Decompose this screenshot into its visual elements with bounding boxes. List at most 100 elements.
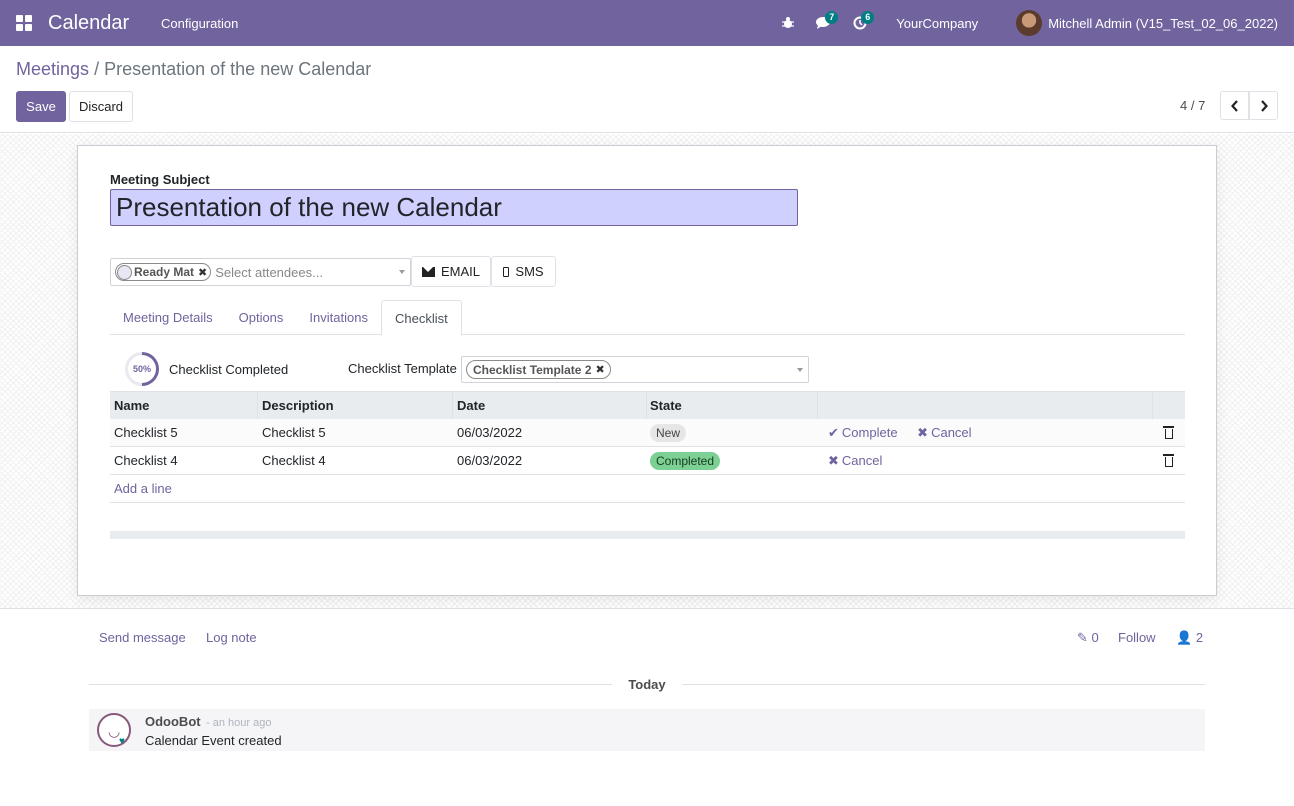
cell-name[interactable]: Checklist 4 <box>110 453 258 468</box>
sms-button[interactable]: SMS <box>491 256 556 287</box>
paperclip-icon: ✎ <box>1077 630 1088 645</box>
column-header-date[interactable]: Date <box>453 392 647 419</box>
dropdown-caret-icon[interactable] <box>399 270 405 274</box>
cell-name[interactable]: Checklist 5 <box>110 425 258 440</box>
attendee-tag[interactable]: Ready Mat ✖ <box>115 263 212 281</box>
cell-date[interactable]: 06/03/2022 <box>453 425 647 440</box>
activities-clock-icon[interactable]: 6 <box>842 0 878 46</box>
state-badge: Completed <box>650 452 721 470</box>
close-icon: ✖ <box>917 424 929 440</box>
attachments-count: 0 <box>1091 630 1099 645</box>
complete-label: Complete <box>841 424 898 440</box>
complete-button[interactable]: ✔ Complete <box>828 425 898 440</box>
table-row[interactable]: Checklist 5 Checklist 5 06/03/2022 New ✔… <box>110 419 1185 447</box>
activities-count-badge: 6 <box>861 11 875 24</box>
trash-icon <box>1163 454 1174 467</box>
message-author[interactable]: OdooBot <box>145 714 201 729</box>
template-tag[interactable]: Checklist Template 2 ✖ <box>466 360 611 379</box>
table-row[interactable]: Checklist 4 Checklist 4 06/03/2022 Compl… <box>110 447 1185 475</box>
notebook-tabs: Meeting Details Options Invitations Chec… <box>110 300 1185 336</box>
chatter-message: ♥ OdooBot - an hour ago Calendar Event c… <box>89 709 1205 751</box>
attachments-button[interactable]: ✎ 0 <box>1077 630 1099 646</box>
messages-count-badge: 7 <box>825 11 839 24</box>
tab-checklist[interactable]: Checklist <box>380 300 462 336</box>
form-view: Meeting Subject Presentation of the new … <box>0 134 1294 609</box>
chevron-right-icon <box>1260 99 1268 112</box>
mobile-phone-icon <box>503 266 510 277</box>
column-header-description[interactable]: Description <box>258 392 453 419</box>
delete-row-button[interactable] <box>1153 454 1185 467</box>
table-footer <box>110 531 1185 539</box>
chevron-left-icon <box>1230 99 1238 112</box>
top-navbar: Calendar Configuration 7 6 YourCompany M… <box>0 0 1294 46</box>
message-timestamp: - an hour ago <box>206 717 272 729</box>
delete-row-button[interactable] <box>1153 426 1185 439</box>
column-header-state[interactable]: State <box>647 392 818 419</box>
menu-configuration[interactable]: Configuration <box>161 16 238 31</box>
breadcrumb-separator: / <box>94 59 100 79</box>
odoobot-avatar <box>97 713 131 747</box>
discard-button[interactable]: Discard <box>69 91 133 122</box>
pager-next-button[interactable] <box>1249 91 1278 120</box>
breadcrumb-meetings[interactable]: Meetings <box>16 59 89 79</box>
follow-button[interactable]: Follow <box>1118 630 1156 645</box>
sms-button-label: SMS <box>515 264 544 279</box>
tab-invitations[interactable]: Invitations <box>296 300 381 335</box>
column-header-name[interactable]: Name <box>110 392 258 419</box>
state-badge: New <box>650 424 687 442</box>
checklist-template-field[interactable]: Checklist Template 2 ✖ <box>461 356 809 383</box>
attendees-field[interactable]: Ready Mat ✖ Select attendees... <box>110 258 411 286</box>
followers-button[interactable]: 👤 2 <box>1176 630 1203 646</box>
tab-options[interactable]: Options <box>226 300 297 335</box>
app-menu-icon[interactable] <box>0 0 48 46</box>
breadcrumb-current: Presentation of the new Calendar <box>104 59 372 79</box>
envelope-icon <box>421 266 435 277</box>
date-separator-today: Today <box>612 677 682 692</box>
user-icon: 👤 <box>1176 630 1193 645</box>
company-switcher[interactable]: YourCompany <box>896 16 978 31</box>
messages-icon[interactable]: 7 <box>806 0 842 46</box>
checklist-table: Name Description Date State Checklist 5 … <box>110 391 1185 539</box>
cell-description[interactable]: Checklist 4 <box>258 453 453 468</box>
attendee-tag-label: Ready Mat <box>134 265 195 279</box>
table-header: Name Description Date State <box>110 391 1185 419</box>
heart-icon: ♥ <box>119 736 125 747</box>
column-header-actions <box>818 392 1153 419</box>
cell-description[interactable]: Checklist 5 <box>258 425 453 440</box>
remove-tag-icon[interactable]: ✖ <box>198 266 207 279</box>
breadcrumb: Meetings / Presentation of the new Calen… <box>16 59 371 80</box>
check-icon: ✔ <box>828 424 839 440</box>
column-header-delete <box>1153 392 1185 419</box>
save-button[interactable]: Save <box>16 91 66 122</box>
form-sheet: Meeting Subject Presentation of the new … <box>77 145 1217 596</box>
cancel-button[interactable]: ✖ Cancel <box>828 453 882 468</box>
attendee-avatar <box>117 264 132 280</box>
cell-date[interactable]: 06/03/2022 <box>453 453 647 468</box>
cancel-button[interactable]: ✖ Cancel <box>917 425 971 440</box>
debug-bug-icon[interactable] <box>770 0 806 46</box>
remove-tag-icon[interactable]: ✖ <box>596 363 605 376</box>
followers-count: 2 <box>1195 630 1204 645</box>
add-line-link[interactable]: Add a line <box>114 481 172 496</box>
meeting-subject-input[interactable]: Presentation of the new Calendar <box>110 189 798 226</box>
log-note-button[interactable]: Log note <box>206 630 257 645</box>
trash-icon <box>1163 426 1174 439</box>
message-body: Calendar Event created <box>145 733 282 748</box>
email-button-label: EMAIL <box>440 264 480 279</box>
cancel-label: Cancel <box>931 424 972 440</box>
cancel-label: Cancel <box>841 452 883 468</box>
tab-meeting-details[interactable]: Meeting Details <box>110 300 226 335</box>
email-button[interactable]: EMAIL <box>411 256 491 287</box>
attendees-input-placeholder[interactable]: Select attendees... <box>215 265 323 280</box>
app-title[interactable]: Calendar <box>48 12 161 35</box>
close-icon: ✖ <box>828 452 839 468</box>
pager-previous-button[interactable] <box>1220 91 1249 120</box>
control-panel: Meetings / Presentation of the new Calen… <box>0 46 1294 133</box>
user-menu[interactable]: Mitchell Admin (V15_Test_02_06_2022) <box>1016 10 1278 36</box>
checklist-progress-value: 50% <box>128 355 156 383</box>
send-message-button[interactable]: Send message <box>99 630 186 645</box>
pager-value[interactable]: 4 / 7 <box>1180 98 1205 113</box>
dropdown-caret-icon[interactable] <box>797 368 803 372</box>
checklist-progress-circle: 50% <box>125 352 159 386</box>
checklist-template-label: Checklist Template <box>348 361 457 376</box>
